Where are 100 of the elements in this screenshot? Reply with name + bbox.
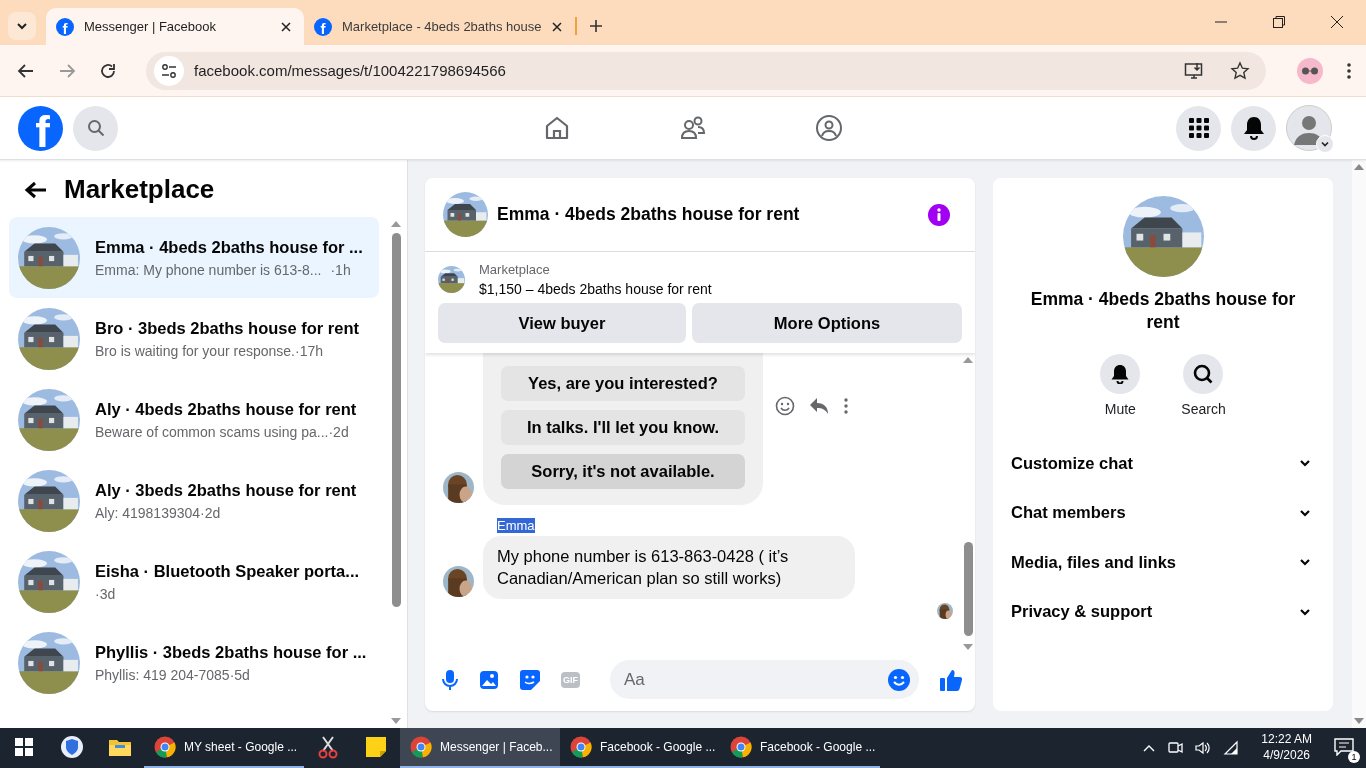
address-bar[interactable]: facebook.com/messages/t/1004221798694566 xyxy=(146,51,1266,90)
conversation-item[interactable]: Aly · 4beds 2baths house for rent Beware of common scams using pa...·2d xyxy=(9,379,379,460)
search-icon xyxy=(1193,363,1214,384)
quick-reply-button[interactable]: Yes, are you interested? xyxy=(501,366,745,401)
section-header[interactable]: Privacy & support xyxy=(1011,587,1311,637)
profile-avatar[interactable] xyxy=(1297,57,1323,84)
listing-button[interactable]: View buyer xyxy=(438,303,686,343)
conversation-title: Aly · 3beds 2baths house for rent xyxy=(95,480,357,500)
timestamp: ·5d xyxy=(229,666,250,683)
message-preview: Emma: My phone number is 613-8... xyxy=(95,261,322,278)
conversation-item[interactable]: Eisha · Bluetooth Speaker porta... ·3d xyxy=(9,541,379,622)
taskbar-app[interactable]: Facebook - Google ... xyxy=(720,728,880,768)
message-preview: Bro is waiting for your response. xyxy=(95,342,295,359)
avatar xyxy=(937,602,953,619)
section-header[interactable]: Media, files and links xyxy=(1011,537,1311,587)
chevron-down-icon xyxy=(1320,139,1330,149)
notifications-button[interactable] xyxy=(1231,105,1276,151)
people-icon[interactable] xyxy=(679,114,707,142)
timestamp: ·17h xyxy=(295,342,323,359)
conversation-title: Eisha · Bluetooth Speaker porta... xyxy=(95,561,360,581)
sticker-icon[interactable] xyxy=(519,668,541,691)
search-icon xyxy=(86,119,105,137)
groups-icon[interactable] xyxy=(815,114,843,142)
avatar xyxy=(443,565,474,597)
scroll-down-icon[interactable] xyxy=(963,644,973,650)
back-icon[interactable] xyxy=(24,179,48,200)
shield-icon xyxy=(60,735,84,759)
home-icon[interactable] xyxy=(543,114,571,142)
close-icon[interactable] xyxy=(551,20,564,33)
browser-icon xyxy=(410,736,432,758)
install-icon[interactable] xyxy=(1184,60,1204,81)
restore-icon[interactable] xyxy=(1272,15,1286,29)
conversation-title: Aly · 4beds 2baths house for rent xyxy=(95,399,357,419)
avatar xyxy=(443,472,474,503)
bell-icon xyxy=(1111,363,1130,384)
reply-icon[interactable] xyxy=(809,397,829,415)
more-icon[interactable] xyxy=(843,397,849,415)
listing-title: $1,150 – 4beds 2baths house for rent xyxy=(479,281,712,297)
conversation-title: Bro · 3beds 2baths house for rent xyxy=(95,318,360,338)
conversation-title: Emma · 4beds 2baths house for ... xyxy=(95,237,363,257)
timestamp: ·2d xyxy=(200,504,221,521)
like-icon[interactable] xyxy=(939,667,963,692)
close-icon[interactable] xyxy=(280,20,292,33)
scroll-up-icon[interactable] xyxy=(1354,164,1364,170)
section-header[interactable]: Chat members xyxy=(1011,488,1311,538)
taskbar-app[interactable]: MY sheet - Google ... xyxy=(144,728,304,768)
logo-icon: f xyxy=(56,17,74,36)
quick-reply-button[interactable]: Sorry, it's not available. xyxy=(501,454,745,489)
action-label: Mute xyxy=(1104,400,1136,417)
conversation-item[interactable]: Bro · 3beds 2baths house for rent Bro is waiting for your response.·17h xyxy=(9,298,379,379)
conversation-item[interactable]: Phyllis · 3beds 2baths house for ... Phyllis: 419 204-7085·5d xyxy=(9,622,379,703)
browser-icon xyxy=(570,736,592,758)
message-preview: Beware of common scams using pa... xyxy=(95,423,329,440)
taskbar-app[interactable]: Messenger | Faceb... xyxy=(400,728,560,768)
message-input[interactable]: Aa xyxy=(610,660,919,699)
camera-icon[interactable] xyxy=(1167,740,1184,756)
account-avatar[interactable] xyxy=(1286,105,1332,151)
logo[interactable]: f xyxy=(18,105,63,151)
new-tab-icon[interactable] xyxy=(589,19,604,33)
star-icon[interactable] xyxy=(1230,60,1250,81)
menu-icon[interactable] xyxy=(1346,61,1352,80)
scrollbar-thumb[interactable] xyxy=(391,233,401,607)
scroll-up-icon[interactable] xyxy=(391,221,401,227)
scroll-down-icon[interactable] xyxy=(391,718,401,724)
section-header[interactable]: Customize chat xyxy=(1011,438,1311,488)
info-icon[interactable] xyxy=(928,203,950,226)
scissors-icon xyxy=(318,735,338,759)
folder-icon xyxy=(108,737,132,757)
sender-name: Emma xyxy=(497,518,535,533)
wifi-icon[interactable] xyxy=(1223,740,1240,756)
reload-icon[interactable] xyxy=(99,61,117,80)
clock[interactable]: 12:22 AM 4/9/2026 xyxy=(1261,732,1312,764)
close-icon[interactable] xyxy=(1330,15,1344,29)
scroll-up-icon[interactable] xyxy=(963,357,973,363)
logo-icon: f xyxy=(314,17,332,36)
site-info-icon[interactable] xyxy=(161,62,177,79)
forward-icon[interactable] xyxy=(58,61,76,80)
browser-tab[interactable]: f Messenger | Facebook xyxy=(46,8,304,45)
emoji-icon[interactable] xyxy=(887,667,911,692)
listing-button[interactable]: More Options xyxy=(692,303,962,343)
action-label: Search xyxy=(1181,400,1226,417)
conversation-item[interactable]: Aly · 3beds 2baths house for rent Aly: 4198139304·2d xyxy=(9,460,379,541)
quick-reply-button[interactable]: In talks. I'll let you know. xyxy=(501,410,745,445)
chevron-up-icon[interactable] xyxy=(1143,744,1156,752)
conversation-item[interactable]: Emma · 4beds 2baths house for ... Emma: My phone number is 613-8... ·1h xyxy=(9,217,379,298)
photo-icon[interactable] xyxy=(479,669,499,690)
person-icon xyxy=(1286,105,1332,151)
menu-button[interactable] xyxy=(1176,105,1221,151)
back-icon[interactable] xyxy=(17,61,35,80)
volume-icon[interactable] xyxy=(1195,740,1212,756)
taskbar-app[interactable]: Facebook - Google ... xyxy=(560,728,720,768)
microphone-icon[interactable] xyxy=(441,668,459,691)
tab-list-button[interactable] xyxy=(8,11,36,40)
scroll-down-icon[interactable] xyxy=(1354,718,1364,724)
message-preview: Phyllis: 419 204-7085 xyxy=(95,666,230,683)
scrollbar-thumb[interactable] xyxy=(963,542,973,636)
emoji-icon[interactable] xyxy=(775,396,795,416)
notification-badge: 1 xyxy=(1348,750,1360,763)
browser-tab[interactable]: f Marketplace - 4beds 2baths house xyxy=(304,8,576,45)
notification-icon[interactable] xyxy=(1334,737,1354,756)
